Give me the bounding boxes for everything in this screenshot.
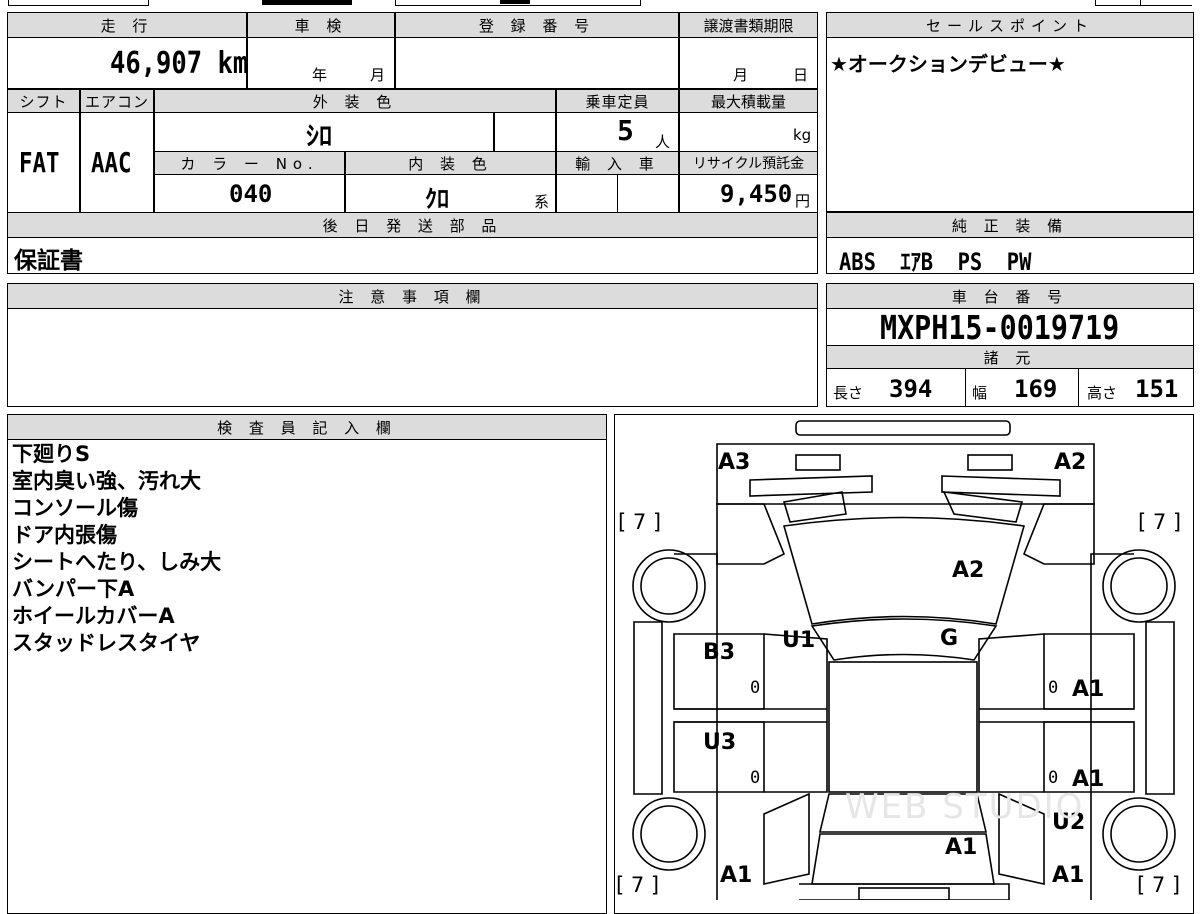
max-load-header: 最大積載量 bbox=[679, 89, 818, 113]
spec-length-label: 長さ bbox=[833, 384, 864, 402]
spec-width-label: 幅 bbox=[972, 384, 988, 402]
inspector-line: ドア内張傷 bbox=[12, 523, 117, 547]
sales-point-text: ★オークションデビュー★ bbox=[830, 52, 1066, 76]
shaken-header: 車 検 bbox=[247, 12, 395, 38]
max-load-unit: kg bbox=[793, 126, 812, 144]
later-parts-value: 保証書 bbox=[14, 248, 83, 274]
spec-height-label: 高さ bbox=[1087, 384, 1118, 402]
exterior-color-extra-cell bbox=[494, 112, 556, 152]
notes-header: 注 意 事 項 欄 bbox=[7, 283, 818, 309]
damage-windshield: G bbox=[940, 626, 959, 651]
capacity-value: 5 bbox=[617, 114, 634, 147]
interior-color-value: ｸﾛ bbox=[425, 185, 449, 213]
inspector-line: シートへたり、しみ大 bbox=[12, 550, 222, 574]
inspector-line: 下廻りS bbox=[12, 442, 91, 466]
transfer-deadline-header: 譲渡書類期限 bbox=[679, 12, 818, 38]
interior-color-header: 内 装 色 bbox=[345, 151, 556, 175]
chassis-number: MXPH15-0019719 bbox=[880, 308, 1120, 347]
recycle-fee-unit: 円 bbox=[795, 192, 811, 210]
capacity-header: 乗車定員 bbox=[556, 89, 679, 113]
interior-color-cell bbox=[345, 174, 556, 213]
damage-roof: U1 bbox=[782, 628, 816, 653]
damage-rear-center: A1 bbox=[945, 835, 978, 860]
sales-point-header: セールスポイント bbox=[826, 12, 1194, 38]
damage-front-right: A2 bbox=[1054, 450, 1087, 475]
tire-mark-front-left: [ 7 ] bbox=[618, 510, 662, 534]
equipment-header: 純 正 装 備 bbox=[826, 212, 1194, 238]
damage-front-left: A3 bbox=[718, 450, 751, 475]
tire-mark-front-right: [ 7 ] bbox=[1138, 510, 1182, 534]
import-cell-1 bbox=[556, 174, 618, 213]
spec-length-value: 394 bbox=[889, 375, 933, 403]
mileage-value: 46,907 km bbox=[110, 46, 249, 81]
inspector-line: スタッドレスタイヤ bbox=[12, 631, 201, 655]
sales-point-box bbox=[826, 12, 1194, 212]
inspector-line: 室内臭い強、汚れ大 bbox=[12, 469, 201, 493]
mark-zero: 0 bbox=[1048, 678, 1059, 698]
interior-color-suffix: 系 bbox=[534, 193, 550, 211]
registration-cell bbox=[395, 37, 679, 89]
recycle-fee-value: 9,450 bbox=[720, 180, 793, 208]
mark-zero: 0 bbox=[1048, 768, 1059, 788]
damage-rear-right: A1 bbox=[1052, 863, 1085, 888]
tire-mark-rear-right: [ 7 ] bbox=[1137, 873, 1181, 897]
chassis-header: 車 台 番 号 bbox=[826, 283, 1194, 309]
mark-zero: 0 bbox=[750, 768, 761, 788]
ac-header: エアコン bbox=[80, 89, 154, 113]
later-parts-header: 後 日 発 送 部 品 bbox=[7, 212, 818, 238]
mileage-header: 走 行 bbox=[7, 12, 247, 38]
capacity-unit: 人 bbox=[655, 133, 671, 151]
inspector-line: コンソール傷 bbox=[12, 496, 138, 520]
damage-door-rear-left: U3 bbox=[703, 730, 737, 755]
damage-rear-left: A1 bbox=[720, 863, 753, 888]
registration-header: 登 録 番 号 bbox=[395, 12, 679, 38]
shaken-year: 年 bbox=[312, 66, 328, 84]
exterior-color-value: ｼﾛ bbox=[306, 122, 333, 152]
ac-value: AAC bbox=[91, 146, 132, 179]
damage-hood: A2 bbox=[952, 558, 985, 583]
inspector-line: バンパー下A bbox=[12, 577, 135, 601]
car-diagram bbox=[632, 420, 1176, 900]
equipment-value: ABS ｴｱB PS PW bbox=[839, 248, 1032, 276]
color-number-value: 040 bbox=[229, 180, 273, 208]
damage-door-front-left: B3 bbox=[703, 640, 736, 665]
spec-width-value: 169 bbox=[1014, 375, 1058, 403]
tire-mark-rear-left: [ 7 ] bbox=[616, 873, 660, 897]
inspector-header: 検 査 員 記 入 欄 bbox=[7, 414, 607, 440]
specs-header: 諸 元 bbox=[826, 345, 1194, 369]
shift-value: FAT bbox=[19, 146, 60, 179]
inspector-lines: 下廻りS 室内臭い強、汚れ大 コンソール傷 ドア内張傷 シートへたり、しみ大 バ… bbox=[12, 441, 221, 657]
import-header: 輸 入 車 bbox=[556, 151, 679, 175]
exterior-color-header: 外 装 色 bbox=[154, 89, 556, 113]
transfer-day: 日 bbox=[793, 66, 809, 84]
shift-header: シフト bbox=[7, 89, 80, 113]
color-number-header: カ ラ ー No. bbox=[154, 151, 345, 175]
shaken-month: 月 bbox=[370, 66, 386, 84]
mark-zero: 0 bbox=[750, 678, 761, 698]
import-cell-2 bbox=[617, 174, 679, 213]
transfer-month: 月 bbox=[733, 66, 749, 84]
spec-height-value: 151 bbox=[1135, 375, 1179, 403]
inspector-line: ホイールカバーA bbox=[12, 604, 175, 628]
damage-door-front-right: A1 bbox=[1072, 677, 1105, 702]
top-cutoff-strip bbox=[0, 0, 1200, 10]
watermark: WEB STUDIO bbox=[845, 787, 1085, 827]
recycle-fee-header: リサイクル預託金 bbox=[679, 151, 818, 175]
